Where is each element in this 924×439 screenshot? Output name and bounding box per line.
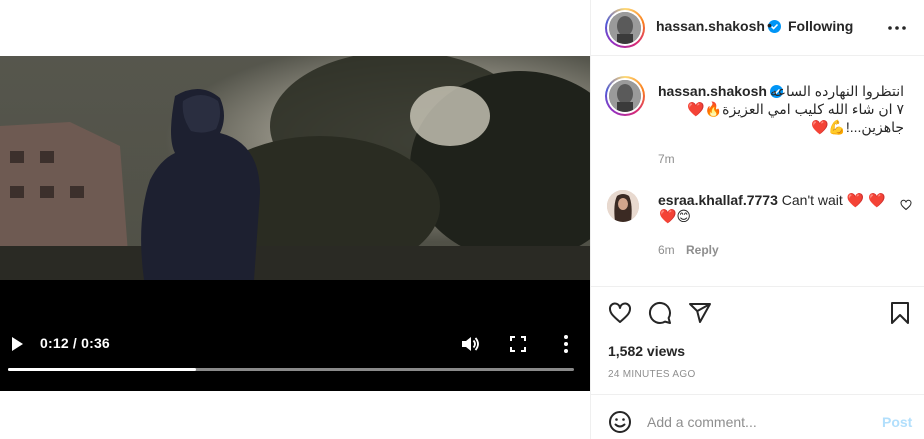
comment-emoji-1: ❤️ ❤️ xyxy=(846,192,886,208)
post-age[interactable]: 24 MINUTES AGO xyxy=(608,369,696,380)
video-progress-bar[interactable] xyxy=(8,368,574,371)
video-frame xyxy=(0,56,590,280)
play-icon[interactable] xyxy=(8,335,26,353)
caption-line-2-emoji: 🔥❤️ xyxy=(687,101,723,117)
comment-username[interactable]: esraa.khallaf.7773 xyxy=(658,192,778,208)
view-count[interactable]: 1,582 views xyxy=(608,343,685,359)
caption-line-3: جاهزين...!💪❤️ xyxy=(811,119,904,136)
post-button[interactable]: Post xyxy=(882,414,912,430)
caption-line-3-text: جاهزين...! xyxy=(845,119,904,135)
divider xyxy=(591,286,924,287)
header-separator: • xyxy=(767,17,772,33)
username-text[interactable]: hassan.shakosh xyxy=(656,18,765,34)
comment-timestamp[interactable]: 6m xyxy=(658,243,675,257)
more-horizontal-icon[interactable] xyxy=(887,18,907,38)
like-heart-icon[interactable] xyxy=(608,301,632,325)
avatar-image xyxy=(609,80,641,112)
video-progress-fill xyxy=(8,368,197,371)
share-paper-plane-icon[interactable] xyxy=(688,301,712,325)
video-player[interactable]: 0:12 / 0:36 xyxy=(0,56,590,391)
fullscreen-icon[interactable] xyxy=(509,335,527,353)
post-header: hassan.shakosh • Following xyxy=(591,0,924,56)
reply-button[interactable]: Reply xyxy=(686,243,719,257)
video-time: 0:12 / 0:36 xyxy=(40,335,110,351)
post-panel: hassan.shakosh • Following hassan.shakos… xyxy=(590,0,924,439)
instagram-post-view: 0:12 / 0:36 hassan.shakosh • Following h… xyxy=(0,0,924,439)
avatar-photo xyxy=(609,80,641,112)
divider xyxy=(591,394,924,395)
caption-timestamp[interactable]: 7m xyxy=(658,152,675,166)
caption-avatar[interactable] xyxy=(605,76,645,116)
save-bookmark-icon[interactable] xyxy=(888,301,912,325)
caption-username[interactable]: hassan.shakosh xyxy=(658,83,783,101)
emoji-smiley-icon[interactable] xyxy=(608,410,632,434)
add-comment-input[interactable] xyxy=(647,410,867,434)
avatar[interactable] xyxy=(605,8,645,48)
comment-body: esraa.khallaf.7773 Can't wait ❤️ ❤️ xyxy=(658,192,885,209)
video-controls: 0:12 / 0:36 xyxy=(0,325,590,385)
caption-line-1: انتظروا النهارده الساعه xyxy=(770,83,904,99)
more-vertical-icon[interactable] xyxy=(556,333,576,355)
following-button[interactable]: Following xyxy=(788,18,853,34)
comment-text: Can't wait xyxy=(781,192,843,208)
header-username[interactable]: hassan.shakosh xyxy=(656,18,781,36)
comment-avatar[interactable] xyxy=(607,190,639,222)
comment-bubble-icon[interactable] xyxy=(648,301,672,325)
avatar-photo xyxy=(609,12,641,44)
comment-heart-icon[interactable] xyxy=(900,199,912,211)
media-area: 0:12 / 0:36 xyxy=(0,0,590,439)
volume-icon[interactable] xyxy=(460,334,480,354)
comment-avatar-photo xyxy=(607,190,639,222)
avatar-image xyxy=(609,12,641,44)
caption-line-3-emoji: 💪❤️ xyxy=(810,119,846,135)
comment-emoji-2: ❤️😊 xyxy=(659,208,692,224)
caption-line-2-text: ٧ ان شاء الله كليب امي العزيزة xyxy=(722,101,904,117)
caption-line-2: ٧ ان شاء الله كليب امي العزيزة🔥❤️ xyxy=(687,101,904,118)
username-text[interactable]: hassan.shakosh xyxy=(658,83,767,99)
